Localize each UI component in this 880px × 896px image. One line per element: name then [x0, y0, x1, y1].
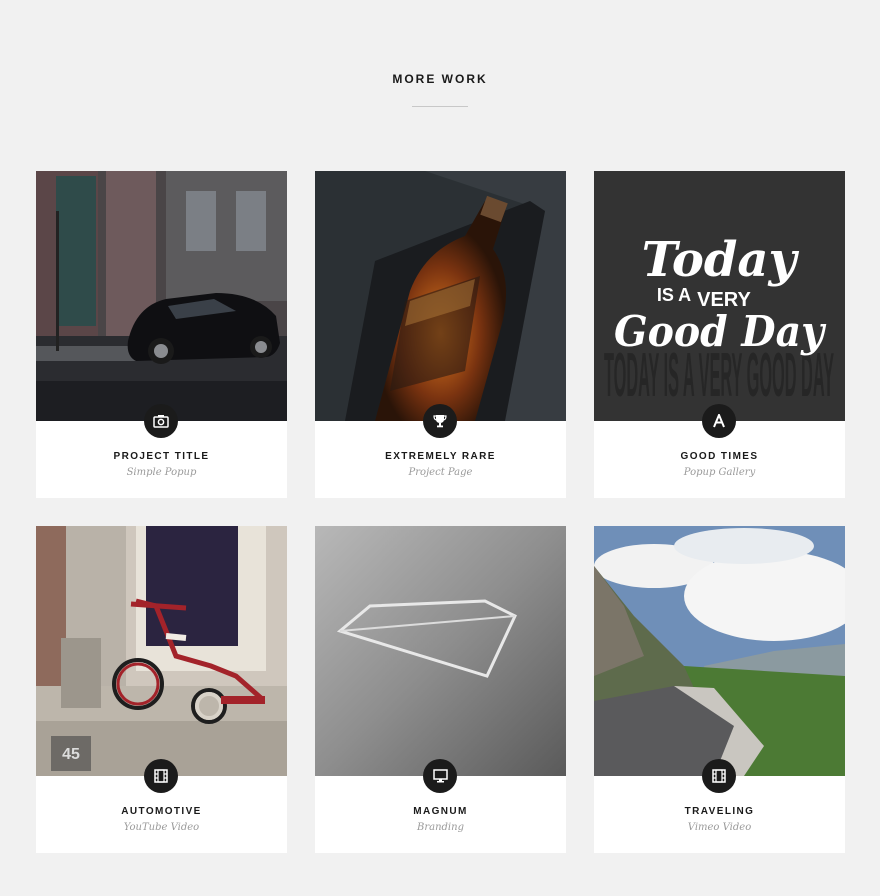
monitor-icon [423, 759, 457, 793]
card-subtitle: Project Page [408, 467, 473, 478]
portfolio-card-extremely-rare[interactable]: EXTREMELY RARE Project Page [315, 171, 566, 498]
portfolio-card-magnum[interactable]: MAGNUM Branding [315, 526, 566, 853]
section-title: MORE WORK [392, 72, 488, 86]
card-subtitle: Branding [417, 822, 464, 833]
card-subtitle: Popup Gallery [683, 467, 756, 478]
card-title: TRAVELING [684, 806, 755, 817]
thumbnail-car-street[interactable] [36, 171, 287, 421]
thumbnail-embossed-logo[interactable] [315, 526, 566, 776]
card-title: EXTREMELY RARE [385, 451, 496, 462]
thumbnail-good-day-poster[interactable]: TODAY IS A VERY GOOD DAY Today IS A VERY… [594, 171, 845, 421]
trophy-icon [423, 404, 457, 438]
card-title: AUTOMOTIVE [121, 806, 202, 817]
curb-number: 45 [62, 746, 80, 763]
card-subtitle: Vimeo Video [687, 822, 752, 833]
portfolio-card-traveling[interactable]: TRAVELING Vimeo Video [594, 526, 845, 853]
card-title: MAGNUM [413, 806, 468, 817]
card-title: GOOD TIMES [680, 451, 759, 462]
card-subtitle: Simple Popup [126, 467, 197, 478]
camera-icon [144, 404, 178, 438]
film-icon [702, 759, 736, 793]
title-divider [412, 106, 468, 107]
letter-a-icon [702, 404, 736, 438]
card-title: PROJECT TITLE [113, 451, 210, 462]
thumbnail-whisky-bottle[interactable] [315, 171, 566, 421]
poster-line-2: IS A [657, 285, 691, 305]
film-icon [144, 759, 178, 793]
portfolio-card-automotive[interactable]: 45 AUTOMOTIVE YouTube Video [36, 526, 287, 853]
card-subtitle: YouTube Video [123, 822, 200, 833]
thumbnail-mountain-road[interactable] [594, 526, 845, 776]
portfolio-card-good-times[interactable]: TODAY IS A VERY GOOD DAY Today IS A VERY… [594, 171, 845, 498]
thumbnail-red-tricycle[interactable]: 45 [36, 526, 287, 776]
poster-line-4: Good Day [614, 307, 826, 356]
portfolio-card-project-title[interactable]: PROJECT TITLE Simple Popup [36, 171, 287, 498]
poster-line-1: Today [642, 232, 800, 288]
